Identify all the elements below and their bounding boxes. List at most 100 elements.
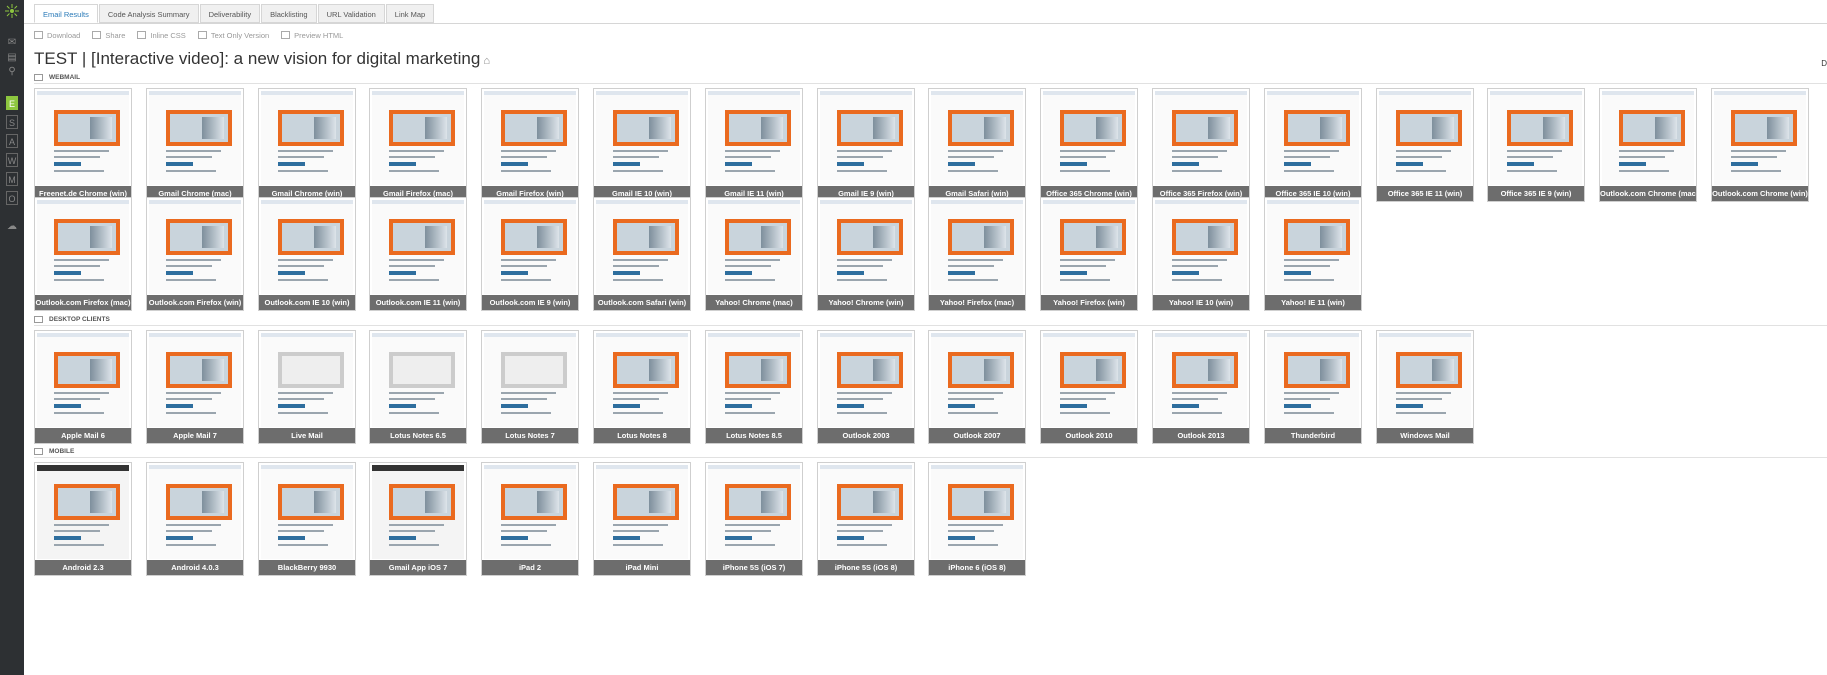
tag-icon[interactable]: ⌂ [483,55,490,67]
client-thumbnail[interactable]: Gmail Chrome (mac) [146,88,244,202]
client-screenshot[interactable] [149,91,241,185]
client-thumbnail[interactable]: Apple Mail 7 [146,330,244,444]
client-thumbnail[interactable]: Gmail IE 11 (win) [705,88,803,202]
client-thumbnail[interactable]: Yahoo! Chrome (win) [817,197,915,311]
client-screenshot[interactable] [820,91,912,185]
sidebar-letter-m[interactable]: M [6,172,18,186]
client-thumbnail[interactable]: Outlook 2007 [928,330,1026,444]
client-screenshot[interactable] [1602,91,1694,185]
client-thumbnail[interactable]: Windows Mail [1376,330,1474,444]
client-screenshot[interactable] [931,91,1023,185]
client-thumbnail[interactable]: iPhone 5S (iOS 8) [817,462,915,576]
client-thumbnail[interactable]: Thunderbird [1264,330,1362,444]
client-thumbnail[interactable]: Outlook.com IE 9 (win) [481,197,579,311]
client-screenshot[interactable] [931,333,1023,427]
client-thumbnail[interactable]: Gmail App iOS 7 [369,462,467,576]
client-screenshot[interactable] [37,91,129,185]
client-screenshot[interactable] [372,200,464,294]
client-thumbnail[interactable]: Android 2.3 [34,462,132,576]
client-screenshot[interactable] [372,465,464,559]
location-icon[interactable]: ⚲ [6,67,18,77]
download-button[interactable]: Download [34,29,80,41]
client-thumbnail[interactable]: Yahoo! IE 11 (win) [1264,197,1362,311]
preview-html-button[interactable]: Preview HTML [281,29,343,41]
client-thumbnail[interactable]: Office 365 Firefox (win) [1152,88,1250,202]
client-screenshot[interactable] [708,200,800,294]
tab-blacklisting[interactable]: Blacklisting [261,4,317,23]
client-screenshot[interactable] [149,333,241,427]
client-thumbnail[interactable]: Yahoo! IE 10 (win) [1152,197,1250,311]
client-screenshot[interactable] [37,465,129,559]
client-screenshot[interactable] [149,200,241,294]
share-button[interactable]: Share [92,29,125,41]
client-screenshot[interactable] [484,465,576,559]
client-screenshot[interactable] [820,200,912,294]
client-screenshot[interactable] [1379,91,1471,185]
client-thumbnail[interactable]: Yahoo! Firefox (mac) [928,197,1026,311]
client-screenshot[interactable] [1714,91,1806,185]
client-thumbnail[interactable]: Apple Mail 6 [34,330,132,444]
document-icon[interactable]: ▤ [6,53,18,63]
client-screenshot[interactable] [820,465,912,559]
sidebar-letter-o[interactable]: O [6,191,18,205]
client-screenshot[interactable] [1043,333,1135,427]
client-thumbnail[interactable]: iPad 2 [481,462,579,576]
client-screenshot[interactable] [372,333,464,427]
client-thumbnail[interactable]: iPhone 5S (iOS 7) [705,462,803,576]
client-screenshot[interactable] [1490,91,1582,185]
client-thumbnail[interactable]: Office 365 IE 10 (win) [1264,88,1362,202]
client-screenshot[interactable] [708,91,800,185]
sidebar-letter-e[interactable]: E [6,96,18,110]
client-thumbnail[interactable]: Outlook.com Chrome (mac) [1599,88,1697,202]
inline-css-button[interactable]: Inline CSS [137,29,186,41]
client-thumbnail[interactable]: Freenet.de Chrome (win) [34,88,132,202]
client-screenshot[interactable] [1155,91,1247,185]
tab-email-results[interactable]: Email Results [34,4,98,23]
client-thumbnail[interactable]: Office 365 IE 11 (win) [1376,88,1474,202]
tab-link-map[interactable]: Link Map [385,4,435,23]
client-screenshot[interactable] [1267,91,1359,185]
sidebar-letter-a[interactable]: A [6,134,18,148]
client-screenshot[interactable] [596,200,688,294]
client-thumbnail[interactable]: Lotus Notes 7 [481,330,579,444]
sidebar-letter-w[interactable]: W [6,153,18,167]
client-screenshot[interactable] [1267,200,1359,294]
client-screenshot[interactable] [1155,333,1247,427]
client-thumbnail[interactable]: iPhone 6 (iOS 8) [928,462,1026,576]
client-thumbnail[interactable]: Office 365 IE 9 (win) [1487,88,1585,202]
client-screenshot[interactable] [1043,91,1135,185]
tab-code-analysis-summary[interactable]: Code Analysis Summary [98,4,199,23]
text-only-version-button[interactable]: Text Only Version [197,29,269,41]
client-screenshot[interactable] [596,91,688,185]
client-thumbnail[interactable]: Gmail Chrome (win) [258,88,356,202]
client-screenshot[interactable] [37,200,129,294]
client-thumbnail[interactable]: Gmail Firefox (win) [481,88,579,202]
client-screenshot[interactable] [708,465,800,559]
client-screenshot[interactable] [820,333,912,427]
tab-url-validation[interactable]: URL Validation [317,4,385,23]
client-thumbnail[interactable]: Gmail IE 10 (win) [593,88,691,202]
client-thumbnail[interactable]: Lotus Notes 8 [593,330,691,444]
client-thumbnail[interactable]: Lotus Notes 6.5 [369,330,467,444]
client-screenshot[interactable] [931,200,1023,294]
client-screenshot[interactable] [261,333,353,427]
client-thumbnail[interactable]: Outlook.com Firefox (win) [146,197,244,311]
client-screenshot[interactable] [1155,200,1247,294]
client-thumbnail[interactable]: Office 365 Chrome (win) [1040,88,1138,202]
tab-deliverability[interactable]: Deliverability [199,4,261,23]
client-thumbnail[interactable]: Outlook.com Chrome (win) [1711,88,1809,202]
cloud-icon[interactable]: ☁ [6,222,18,232]
client-thumbnail[interactable]: Yahoo! Chrome (mac) [705,197,803,311]
client-screenshot[interactable] [1043,200,1135,294]
client-screenshot[interactable] [596,465,688,559]
client-screenshot[interactable] [484,200,576,294]
client-screenshot[interactable] [596,333,688,427]
client-screenshot[interactable] [261,465,353,559]
client-screenshot[interactable] [372,91,464,185]
client-thumbnail[interactable]: Outlook.com IE 11 (win) [369,197,467,311]
client-thumbnail[interactable]: iPad Mini [593,462,691,576]
client-thumbnail[interactable]: Outlook.com Firefox (mac) [34,197,132,311]
client-screenshot[interactable] [1379,333,1471,427]
client-thumbnail[interactable]: Outlook 2010 [1040,330,1138,444]
client-thumbnail[interactable]: Gmail Firefox (mac) [369,88,467,202]
